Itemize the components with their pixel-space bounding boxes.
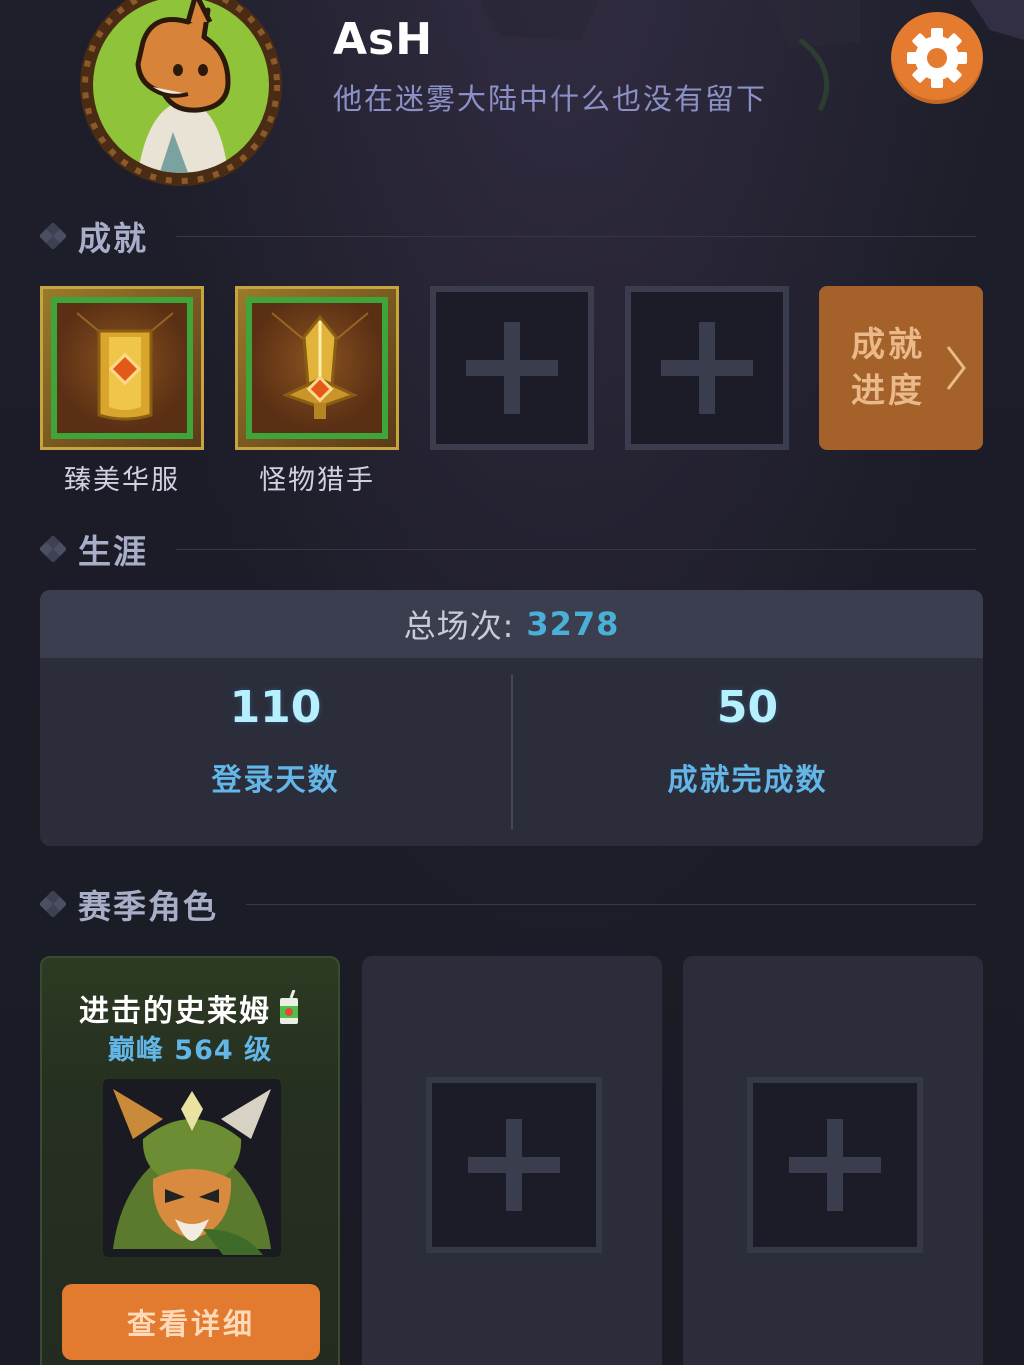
- achievement-label-1: 臻美华服: [64, 465, 180, 496]
- gear-icon: [907, 28, 967, 88]
- season-role-empty-card-1[interactable]: [362, 956, 662, 1365]
- total-matches-value: 3278: [526, 605, 620, 643]
- add-plus-icon: [661, 322, 753, 414]
- achievement-badge-1[interactable]: [40, 286, 204, 450]
- season-roles-title: 赛季角色: [78, 887, 218, 926]
- golden-armor-badge-icon: [76, 312, 174, 421]
- role-portrait: [103, 1079, 281, 1257]
- section-divider: [176, 549, 976, 550]
- golden-sword-badge-icon: [271, 312, 369, 419]
- add-plus-icon: [789, 1119, 881, 1211]
- fox-avatar-icon: [80, 0, 282, 186]
- view-details-button[interactable]: 查看详细: [62, 1284, 320, 1360]
- role-name: 进击的史莱姆: [79, 994, 271, 1029]
- achievements-section-header: 成就: [40, 216, 148, 258]
- settings-button[interactable]: [891, 12, 983, 104]
- player-name: AsH: [333, 14, 434, 65]
- achievements-completed-label: 成就完成数: [667, 763, 828, 798]
- player-avatar[interactable]: [78, 0, 284, 188]
- season-role-empty-card-2[interactable]: [683, 956, 983, 1365]
- season-roles-section-header: 赛季角色: [40, 884, 218, 926]
- player-bio: 他在迷雾大陆中什么也没有留下: [333, 82, 768, 116]
- career-stats-card: 总场次: 3278 110 登录天数 50 成就完成数: [40, 590, 983, 846]
- achievement-empty-slot-2[interactable]: [625, 286, 789, 450]
- juice-box-icon: [280, 990, 298, 1024]
- diamond-bullet-icon: [40, 891, 66, 917]
- login-days-value: 110: [229, 682, 322, 733]
- achievements-completed-stat: 50 成就完成数: [512, 658, 983, 846]
- achievements-completed-value: 50: [716, 682, 779, 733]
- achievement-badge-2[interactable]: [235, 286, 399, 450]
- hooded-fox-hero-icon: [103, 1079, 281, 1257]
- achievement-empty-slot-1[interactable]: [430, 286, 594, 450]
- profile-page: AsH 他在迷雾大陆中什么也没有留下 成就 臻美华服 怪物猎手 成就进度 生涯 …: [0, 0, 1024, 1365]
- login-days-label: 登录天数: [211, 763, 340, 798]
- diamond-bullet-icon: [40, 536, 66, 562]
- add-plus-icon: [468, 1119, 560, 1211]
- achievement-label-2: 怪物猎手: [259, 465, 375, 496]
- section-divider: [176, 236, 976, 237]
- achievement-progress-button[interactable]: 成就进度: [819, 286, 983, 450]
- role-empty-slot: [426, 1077, 602, 1253]
- add-plus-icon: [466, 322, 558, 414]
- role-name-row: 进击的史莱姆: [42, 986, 338, 1030]
- role-empty-slot: [747, 1077, 923, 1253]
- season-role-card[interactable]: 进击的史莱姆 巅峰 564 级 查看详细: [40, 956, 340, 1365]
- achievements-title: 成就: [78, 219, 148, 258]
- login-days-stat: 110 登录天数: [40, 658, 511, 846]
- achievement-progress-label: 成就进度: [851, 325, 925, 411]
- diamond-bullet-icon: [40, 223, 66, 249]
- role-level: 巅峰 564 级: [107, 1035, 273, 1066]
- career-section-header: 生涯: [40, 529, 148, 571]
- total-matches-label: 总场次:: [403, 607, 515, 645]
- chevron-right-icon: [946, 346, 966, 390]
- section-divider: [246, 904, 976, 905]
- total-matches-row: 总场次: 3278: [40, 590, 983, 658]
- career-title: 生涯: [78, 532, 148, 571]
